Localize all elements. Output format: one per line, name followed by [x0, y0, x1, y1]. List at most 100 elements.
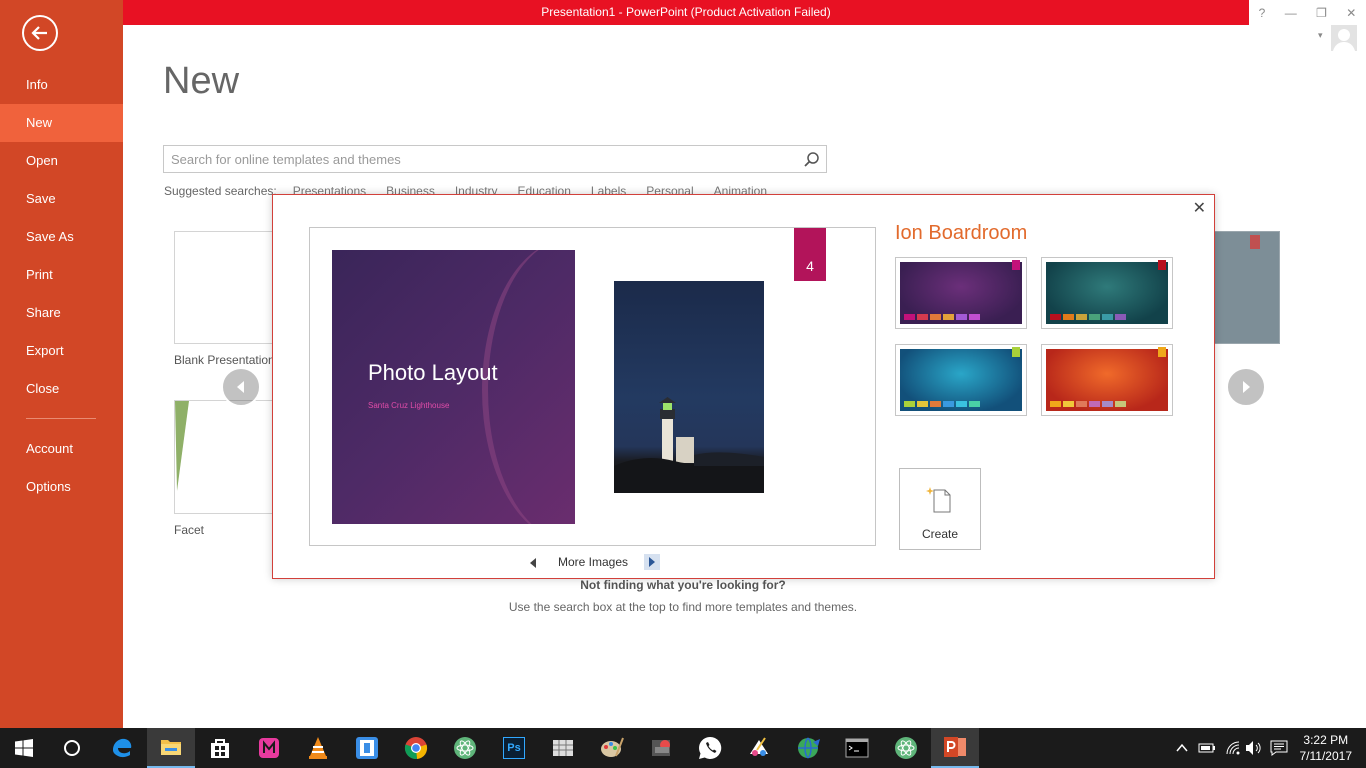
app-m-icon[interactable] — [245, 728, 293, 768]
color-swatch — [1050, 401, 1061, 407]
template-thumbnail-partial[interactable] — [1214, 231, 1280, 344]
account-avatar[interactable] — [1331, 25, 1357, 51]
color-swatch — [917, 314, 928, 320]
battery-icon[interactable] — [1198, 741, 1216, 755]
not-finding-subtext: Use the search box at the top to find mo… — [508, 600, 858, 614]
color-swatch — [1102, 314, 1113, 320]
chrome-icon[interactable] — [392, 728, 440, 768]
powerpoint-icon[interactable] — [931, 728, 979, 768]
nav-share[interactable]: Share — [0, 294, 123, 332]
new-document-icon — [926, 487, 951, 513]
color-swatch — [956, 314, 967, 320]
create-label: Create — [921, 527, 959, 541]
nav-close[interactable]: Close — [0, 370, 123, 408]
chevron-up-icon[interactable] — [1176, 743, 1188, 753]
facet-accent-shape — [175, 401, 189, 491]
nav-save[interactable]: Save — [0, 180, 123, 218]
app-grid-icon[interactable] — [539, 728, 587, 768]
wifi-icon[interactable] — [1225, 740, 1241, 756]
template-preview-dialog: ✕ Photo Layout Santa Cruz Lighthouse 4 M… — [272, 194, 1215, 579]
clock-time: 3:22 PM — [1303, 733, 1349, 747]
color-swatch — [1115, 314, 1126, 320]
template-search-input[interactable] — [164, 146, 794, 172]
slide-curve-shape — [482, 250, 575, 524]
next-template-button[interactable] — [1226, 367, 1266, 407]
triangle-right-icon — [1243, 381, 1250, 393]
account-caret-icon[interactable]: ▾ — [1318, 30, 1323, 41]
windows-start-icon[interactable] — [0, 728, 48, 768]
variant-swatches — [1050, 401, 1126, 407]
close-window-button[interactable]: ✕ — [1346, 6, 1356, 20]
variant-tag — [1012, 347, 1020, 357]
window-title: Presentation1 - PowerPoint (Product Acti… — [541, 5, 831, 19]
template-preview: Photo Layout Santa Cruz Lighthouse 4 — [309, 227, 876, 546]
slide-title: Photo Layout — [368, 360, 498, 385]
color-swatch — [930, 401, 941, 407]
vlc-icon[interactable] — [294, 728, 342, 768]
nav-save-as[interactable]: Save As — [0, 218, 123, 256]
not-finding-heading: Not finding what you're looking for? — [580, 578, 786, 592]
photoshop-icon[interactable]: Ps — [490, 728, 538, 768]
triangle-left-icon — [237, 381, 244, 393]
restore-button[interactable]: ❐ — [1316, 6, 1327, 20]
color-swatch — [917, 401, 928, 407]
store-icon[interactable] — [196, 728, 244, 768]
more-images-nav: More Images — [273, 553, 913, 573]
nav-info[interactable]: Info — [0, 66, 123, 104]
variant-purple[interactable] — [895, 257, 1027, 329]
nav-open[interactable]: Open — [0, 142, 123, 180]
lighthouse-photo — [614, 281, 764, 493]
minimize-button[interactable]: — — [1285, 6, 1297, 20]
variant-red-preview — [1046, 347, 1168, 411]
nav-account[interactable]: Account — [0, 430, 123, 468]
variant-teal[interactable] — [1041, 257, 1173, 329]
color-swatch — [1063, 314, 1074, 320]
close-dialog-button[interactable]: ✕ — [1193, 198, 1206, 218]
more-images-next-button[interactable] — [644, 554, 660, 570]
whatsapp-icon[interactable] — [686, 728, 734, 768]
color-swatch — [1089, 401, 1100, 407]
app-frame-icon[interactable] — [343, 728, 391, 768]
more-images-label: More Images — [558, 555, 629, 569]
lighthouse-image — [614, 397, 764, 493]
volume-icon[interactable] — [1245, 740, 1263, 756]
paint-3d-icon[interactable] — [735, 728, 783, 768]
cortana-icon[interactable] — [48, 728, 96, 768]
template-tag — [1250, 235, 1260, 249]
template-facet-label: Facet — [174, 523, 205, 537]
create-button[interactable]: Create — [899, 468, 981, 550]
color-swatch — [943, 401, 954, 407]
color-swatch — [904, 314, 915, 320]
file-explorer-icon[interactable] — [147, 728, 195, 768]
atom-icon[interactable] — [441, 728, 489, 768]
nav-options[interactable]: Options — [0, 468, 123, 506]
template-search — [163, 145, 827, 173]
variant-blue[interactable] — [895, 344, 1027, 416]
atom-2-icon[interactable] — [882, 728, 930, 768]
back-button[interactable] — [22, 15, 58, 51]
previous-template-button[interactable] — [221, 367, 261, 407]
color-swatch — [930, 314, 941, 320]
caret-left-icon[interactable] — [528, 556, 538, 570]
variant-red[interactable] — [1041, 344, 1173, 416]
image-count-badge: 4 — [794, 228, 826, 281]
edge-icon[interactable] — [98, 728, 146, 768]
help-button[interactable]: ? — [1259, 6, 1266, 20]
nav-print[interactable]: Print — [0, 256, 123, 294]
paint-icon[interactable] — [588, 728, 636, 768]
globe-icon[interactable] — [784, 728, 832, 768]
backstage-nav: Info New Open Save Save As Print Share E… — [0, 0, 123, 728]
window-controls: ? — ❐ ✕ — [1249, 0, 1366, 25]
cmd-icon[interactable] — [833, 728, 881, 768]
pictures-icon[interactable] — [637, 728, 685, 768]
clock[interactable]: 3:22 PM 7/11/2017 — [1300, 732, 1353, 764]
color-swatch — [956, 401, 967, 407]
color-swatch — [1076, 401, 1087, 407]
color-swatch — [904, 401, 915, 407]
variant-purple-preview — [900, 260, 1022, 324]
color-swatch — [969, 314, 980, 320]
notifications-icon[interactable] — [1270, 740, 1288, 756]
nav-export[interactable]: Export — [0, 332, 123, 370]
nav-new[interactable]: New — [0, 104, 123, 142]
search-icon[interactable] — [802, 150, 822, 170]
